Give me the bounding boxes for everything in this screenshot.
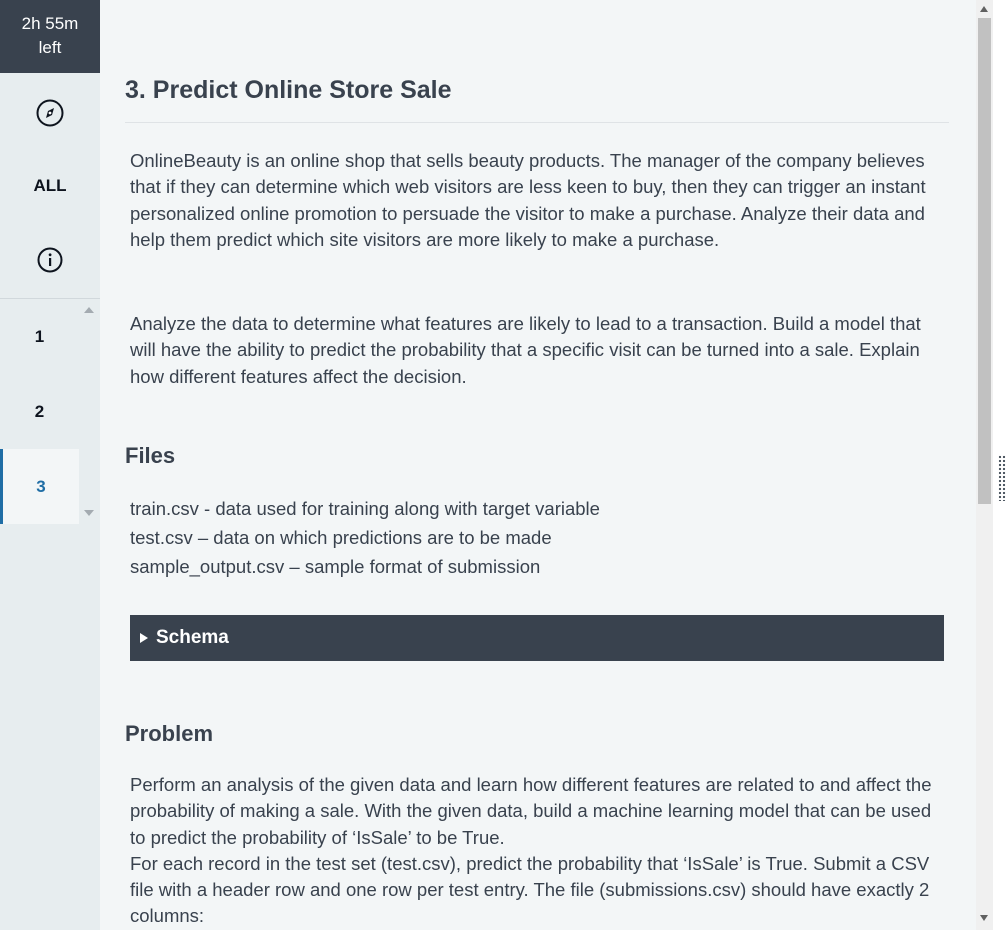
- problem-paragraph: Perform an analysis of the given data an…: [130, 774, 932, 848]
- files-heading: Files: [125, 443, 176, 468]
- question-list-scrollbar[interactable]: [79, 299, 100, 524]
- scroll-up-arrow-icon[interactable]: [980, 6, 988, 12]
- page-title: 3. Predict Online Store Sale: [125, 76, 452, 104]
- scrollbar-thumb[interactable]: [978, 18, 991, 504]
- all-questions-button[interactable]: ALL: [0, 156, 100, 216]
- intro-paragraph: OnlineBeauty is an online shop that sell…: [130, 150, 926, 250]
- question-list: 1 2 3: [0, 299, 79, 524]
- title-divider: [125, 122, 949, 123]
- scroll-up-arrow-icon[interactable]: [84, 307, 94, 313]
- schema-expander[interactable]: Schema: [130, 615, 944, 661]
- scroll-down-arrow-icon[interactable]: [980, 915, 988, 921]
- problem-text: Perform an analysis of the given data an…: [130, 772, 945, 930]
- question-number: 3: [36, 476, 46, 496]
- navigate-button[interactable]: [0, 83, 100, 143]
- problem-paragraph: For each record in the test set (test.cs…: [130, 852, 930, 927]
- timer-suffix: left: [38, 38, 62, 57]
- question-item-1[interactable]: 1: [0, 299, 79, 374]
- scroll-down-arrow-icon[interactable]: [84, 510, 94, 516]
- app-window: 2h 55m left ALL 1 2 3 3. Predict Online …: [0, 0, 1006, 930]
- problem-heading: Problem: [125, 721, 214, 746]
- sidebar-tools: ALL: [0, 73, 100, 299]
- compass-icon: [36, 99, 64, 127]
- info-button[interactable]: [0, 230, 100, 290]
- file-item: train.csv - data used for training along…: [130, 498, 600, 519]
- timer-value: 2h 55m: [21, 14, 79, 33]
- file-item: test.csv – data on which predictions are…: [130, 527, 552, 548]
- question-item-3-active[interactable]: 3: [0, 449, 79, 524]
- file-list: train.csv - data used for training along…: [130, 494, 600, 581]
- question-content: 3. Predict Online Store Sale OnlineBeaut…: [100, 0, 976, 930]
- content-scrollbar[interactable]: [976, 0, 993, 930]
- all-questions-label: ALL: [33, 176, 67, 195]
- question-number: 2: [34, 401, 45, 421]
- expand-triangle-icon: [140, 633, 148, 643]
- time-remaining: 2h 55m left: [0, 0, 100, 73]
- info-icon: [37, 247, 63, 273]
- question-item-2[interactable]: 2: [0, 374, 79, 449]
- left-sidebar: 2h 55m left ALL 1 2 3: [0, 0, 100, 930]
- resize-grip-icon[interactable]: [998, 455, 1006, 501]
- question-number: 1: [34, 326, 45, 346]
- schema-label: Schema: [156, 627, 229, 648]
- task-paragraph: Analyze the data to determine what featu…: [130, 313, 921, 387]
- file-item: sample_output.csv – sample format of sub…: [130, 556, 541, 577]
